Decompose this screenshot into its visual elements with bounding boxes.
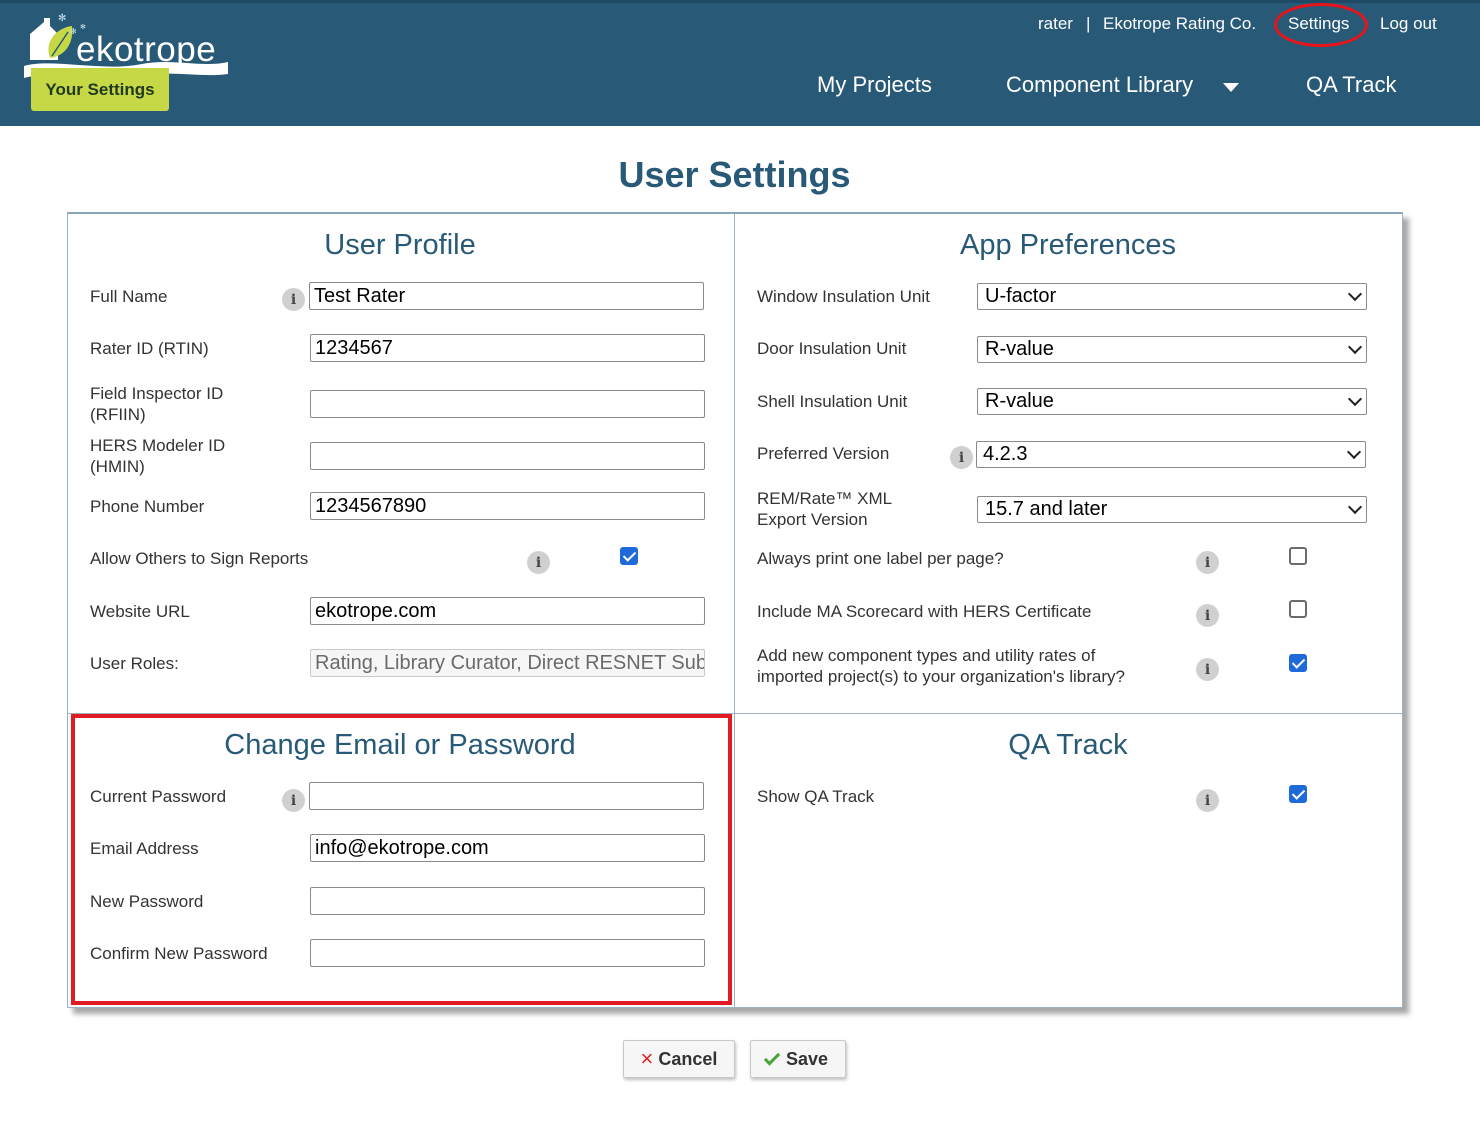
shell-unit-value: R-value [985,390,1054,412]
save-button-label: Save [785,1048,829,1069]
preferred-version-label: Preferred Version [757,444,890,463]
info-icon[interactable]: i [1196,658,1219,681]
nav-my-projects[interactable]: My Projects [817,72,932,98]
your-settings-badge: Your Settings [31,68,169,111]
row-divider-right [735,713,1402,714]
info-icon[interactable]: i [950,446,973,469]
field-inspector-label-line1: Field Inspector ID [90,384,224,403]
credentials-highlight-box [71,714,732,1005]
rater-id-input[interactable]: 1234567 [310,334,705,362]
rater-id-label: Rater ID (RTIN) [90,339,209,358]
top-links-separator: | [1086,14,1091,33]
add-component-types-line2: imported project(s) to your organization… [757,667,1125,686]
qa-track-title: QA Track [1008,729,1128,761]
remrate-label-line2: Export Version [757,510,868,529]
info-icon[interactable]: i [1196,551,1219,574]
field-inspector-input[interactable] [310,390,705,418]
info-icon[interactable]: i [282,288,305,311]
info-icon[interactable]: i [527,551,550,574]
page-title: User Settings [618,154,851,195]
add-component-types-line1: Add new component types and utility rate… [757,646,1096,665]
close-icon: × [640,1046,654,1071]
app-preferences-title: App Preferences [959,229,1176,261]
chevron-down-icon [1347,391,1363,407]
svg-text:✻: ✻ [58,13,66,24]
nav-component-library[interactable]: Component Library [1006,72,1193,98]
nav-qa-track[interactable]: QA Track [1306,72,1396,98]
one-label-per-page-label: Always print one label per page? [757,549,1004,568]
shell-unit-label: Shell Insulation Unit [757,392,908,411]
full-name-input[interactable]: Test Rater [309,282,704,310]
logout-link[interactable]: Log out [1380,14,1437,34]
user-roles-label: User Roles: [90,654,179,673]
door-unit-value: R-value [985,338,1054,360]
company-link[interactable]: Ekotrope Rating Co. [1103,14,1256,34]
phone-label: Phone Number [90,497,205,516]
username-link[interactable]: rater [1038,14,1073,34]
top-header: ✻ ✻ ✻ ekotrope Your Settings rater | Eko… [0,0,1480,126]
door-unit-label: Door Insulation Unit [757,339,907,358]
full-name-label: Full Name [90,287,168,306]
chevron-down-icon [1347,499,1363,515]
chevron-down-icon [1347,286,1363,302]
remrate-version-select[interactable]: 15.7 and later [977,496,1367,523]
add-component-types-label: Add new component types and utility rate… [757,645,1125,687]
website-input[interactable]: ekotrope.com [310,597,705,625]
window-unit-label: Window Insulation Unit [757,287,930,306]
hers-modeler-label-line2: (HMIN) [90,457,145,476]
chevron-down-icon [1346,444,1362,460]
preferred-version-value: 4.2.3 [983,443,1028,465]
cancel-button[interactable]: × Cancel [623,1040,735,1078]
field-inspector-label-line2: (RFIIN) [90,405,146,424]
website-label: Website URL [90,602,190,621]
window-unit-value: U-factor [985,285,1057,307]
ma-scorecard-checkbox[interactable] [1289,600,1307,618]
add-component-types-checkbox[interactable] [1289,654,1307,672]
field-inspector-label: Field Inspector ID (RFIIN) [90,383,223,425]
header-top-edge [0,0,1480,3]
settings-highlight-circle [1274,3,1368,47]
door-unit-select[interactable]: R-value [977,336,1367,363]
checkmark-icon [763,1048,781,1066]
show-qa-track-label: Show QA Track [757,787,875,806]
info-icon[interactable]: i [1196,789,1219,812]
user-profile-title: User Profile [324,229,476,261]
chevron-down-icon [1347,339,1363,355]
allow-sign-checkbox[interactable] [620,547,638,565]
one-label-per-page-checkbox[interactable] [1289,547,1307,565]
save-button[interactable]: Save [750,1040,846,1078]
chevron-down-icon[interactable] [1223,83,1239,92]
user-roles-field: Rating, Library Curator, Direct RESNET S… [310,649,705,677]
column-divider [734,214,735,1008]
preferred-version-select[interactable]: 4.2.3 [976,441,1366,468]
remrate-version-value: 15.7 and later [985,498,1108,520]
info-icon[interactable]: i [1196,604,1219,627]
remrate-label-line1: REM/Rate™ XML [757,489,893,508]
phone-input[interactable]: 1234567890 [310,492,705,520]
hers-modeler-label-line1: HERS Modeler ID [90,436,226,455]
ma-scorecard-label: Include MA Scorecard with HERS Certifica… [757,602,1092,621]
logo-wordmark: ekotrope [76,30,217,69]
allow-sign-label: Allow Others to Sign Reports [90,549,309,568]
remrate-label: REM/Rate™ XML Export Version [757,488,892,530]
cancel-button-label: Cancel [658,1048,718,1069]
hers-modeler-input[interactable] [310,442,705,470]
window-unit-select[interactable]: U-factor [977,283,1367,310]
shell-unit-select[interactable]: R-value [977,388,1367,415]
show-qa-track-checkbox[interactable] [1289,785,1307,803]
hers-modeler-label: HERS Modeler ID (HMIN) [90,435,225,477]
